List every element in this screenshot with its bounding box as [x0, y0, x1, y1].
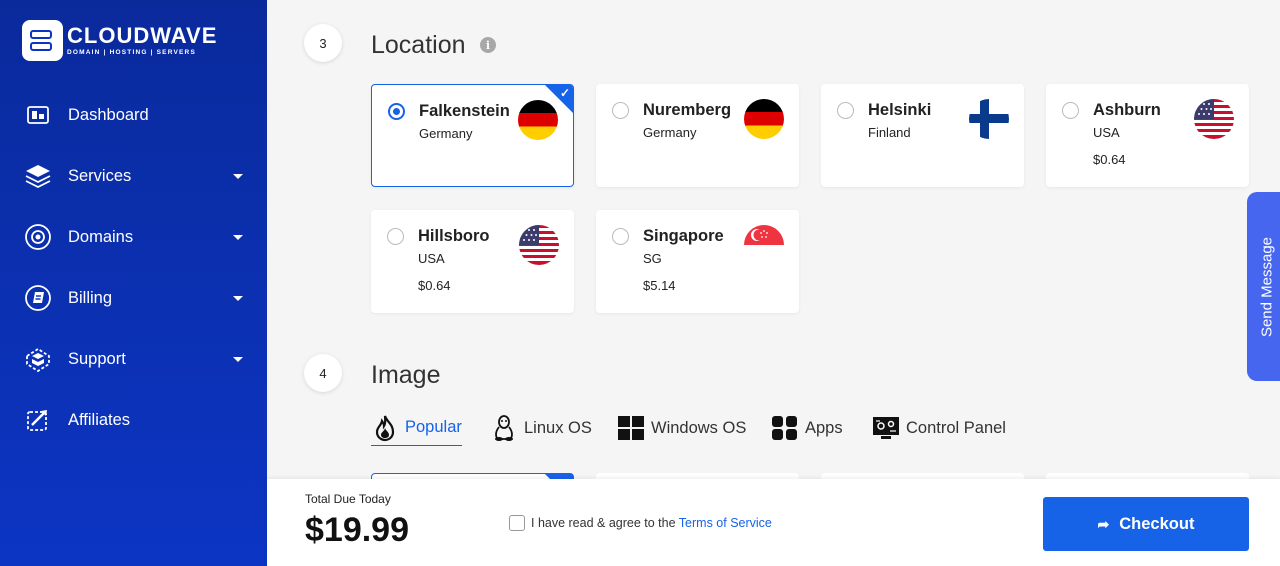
- location-country: USA: [1093, 125, 1120, 140]
- checkout-button[interactable]: ➦ Checkout: [1043, 497, 1249, 551]
- support-icon: [22, 343, 54, 375]
- location-radio[interactable]: [837, 102, 854, 119]
- sidebar-item-affiliates[interactable]: Affiliates: [0, 400, 267, 440]
- sidebar-item-label: Services: [68, 166, 132, 185]
- location-price: $0.64: [1093, 152, 1126, 167]
- sidebar: CLOUDWAVE DOMAIN | HOSTING | SERVERS Das…: [0, 0, 267, 566]
- sidebar-item-dashboard[interactable]: Dashboard: [0, 95, 267, 135]
- tab-label: Apps: [805, 418, 843, 437]
- location-name: Helsinki: [868, 101, 932, 119]
- sidebar-item-domains[interactable]: Domains: [0, 217, 267, 257]
- chevron-down-icon: [233, 234, 243, 240]
- tab-popular[interactable]: Popular: [371, 410, 462, 446]
- section-title-image: Image: [371, 361, 441, 389]
- tab-windows-os[interactable]: Windows OS: [617, 410, 746, 446]
- windows-icon: [617, 414, 645, 442]
- send-message-button[interactable]: Send Message: [1247, 192, 1280, 381]
- location-country: Germany: [419, 126, 473, 141]
- chevron-down-icon: [233, 356, 243, 362]
- total-due-label: Total Due Today: [305, 492, 391, 506]
- germany-flag-icon: [744, 99, 784, 139]
- services-icon: [22, 160, 54, 192]
- step-number: 4: [304, 354, 342, 392]
- location-country: Germany: [643, 125, 697, 140]
- globe-icon: [22, 221, 54, 253]
- sidebar-item-label: Support: [68, 349, 126, 368]
- location-name: Hillsboro: [418, 227, 490, 245]
- tab-label: Windows OS: [651, 418, 747, 437]
- finland-flag-icon: [969, 99, 1009, 139]
- dashboard-icon: [22, 99, 54, 131]
- terms-agree-text: I have read & agree to the Terms of Serv…: [531, 516, 772, 530]
- tab-label: Popular: [405, 418, 462, 436]
- logo-tagline: DOMAIN | HOSTING | SERVERS: [67, 49, 196, 56]
- location-country: SG: [643, 251, 662, 266]
- chevron-down-icon: [233, 295, 243, 301]
- sidebar-item-label: Dashboard: [68, 105, 149, 124]
- logo[interactable]: CLOUDWAVE DOMAIN | HOSTING | SERVERS: [22, 20, 217, 61]
- location-country: USA: [418, 251, 445, 266]
- send-message-label: Send Message: [1258, 236, 1276, 337]
- sidebar-item-support[interactable]: Support: [0, 339, 267, 379]
- order-footer: Total Due Today $19.99 I have read & agr…: [267, 479, 1280, 566]
- logo-name: CLOUDWAVE: [67, 23, 218, 48]
- sidebar-item-label: Billing: [68, 288, 113, 307]
- affiliates-icon: [22, 404, 54, 436]
- tab-linux-os[interactable]: Linux OS: [490, 410, 592, 446]
- tab-apps[interactable]: Apps: [771, 410, 843, 446]
- location-radio[interactable]: [388, 103, 405, 120]
- location-name: Ashburn: [1093, 101, 1161, 119]
- location-price: $0.64: [418, 278, 451, 293]
- sidebar-item-label: Affiliates: [68, 410, 131, 429]
- terms-of-service-link[interactable]: Terms of Service: [679, 516, 772, 530]
- tab-label: Linux OS: [524, 418, 592, 437]
- location-name: Nuremberg: [643, 101, 732, 119]
- terms-checkbox[interactable]: [509, 515, 525, 531]
- info-icon[interactable]: i: [480, 37, 496, 53]
- linux-icon: [490, 414, 518, 442]
- share-arrow-icon: ➦: [1097, 515, 1110, 532]
- sidebar-item-billing[interactable]: Billing: [0, 278, 267, 318]
- tab-control-panel[interactable]: Control Panel: [872, 410, 1006, 446]
- location-name: Singapore: [643, 227, 724, 245]
- location-radio[interactable]: [612, 228, 629, 245]
- tab-label: Control Panel: [906, 418, 1006, 437]
- chevron-down-icon: [233, 173, 243, 179]
- location-price: $5.14: [643, 278, 676, 293]
- location-card-nuremberg[interactable]: Nuremberg Germany: [596, 84, 799, 187]
- location-radio[interactable]: [1062, 102, 1079, 119]
- location-card-singapore[interactable]: Singapore SG $5.14: [596, 210, 799, 313]
- location-name: Falkenstein: [419, 102, 510, 120]
- logo-server-icon: [22, 20, 63, 61]
- step-number: 3: [304, 24, 342, 62]
- singapore-flag-icon: [744, 225, 784, 265]
- section-title-location: Location: [371, 31, 466, 59]
- location-radio[interactable]: [612, 102, 629, 119]
- flame-icon: [371, 414, 399, 442]
- usa-flag-icon: [519, 225, 559, 265]
- checkout-label: Checkout: [1119, 514, 1195, 533]
- sidebar-item-services[interactable]: Services: [0, 156, 267, 196]
- total-due-amount: $19.99: [305, 511, 409, 549]
- location-card-hillsboro[interactable]: Hillsboro USA $0.64: [371, 210, 574, 313]
- location-country: Finland: [868, 125, 911, 140]
- apps-icon: [771, 414, 799, 442]
- sidebar-item-label: Domains: [68, 227, 134, 246]
- location-radio[interactable]: [387, 228, 404, 245]
- location-card-ashburn[interactable]: Ashburn USA $0.64: [1046, 84, 1249, 187]
- location-card-falkenstein[interactable]: Falkenstein Germany ✓: [371, 84, 574, 187]
- checkmark-icon: ✓: [559, 86, 570, 100]
- billing-icon: [22, 282, 54, 314]
- usa-flag-icon: [1194, 99, 1234, 139]
- terms-agree-label: I have read & agree to the: [531, 516, 679, 530]
- location-card-helsinki[interactable]: Helsinki Finland: [821, 84, 1024, 187]
- control-panel-icon: [872, 414, 900, 442]
